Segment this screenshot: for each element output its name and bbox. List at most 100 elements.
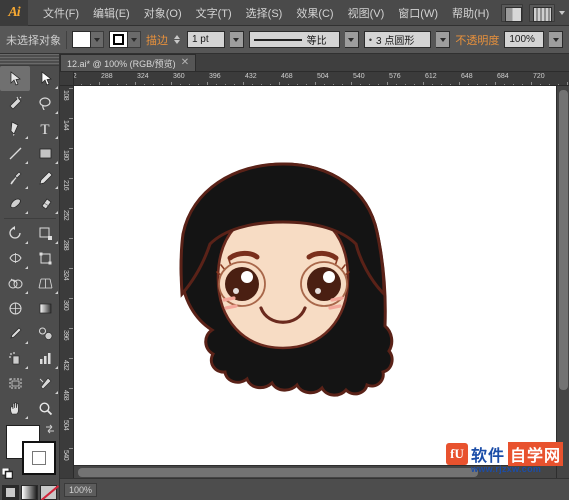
close-icon[interactable]: ✕	[181, 58, 189, 68]
vertical-scrollbar-thumb[interactable]	[559, 90, 568, 390]
menu-window[interactable]: 窗口(W)	[391, 1, 445, 25]
default-fill-stroke-icon[interactable]	[2, 468, 13, 479]
tool-expand-icon	[55, 161, 58, 164]
hand-tool[interactable]	[0, 396, 30, 421]
tool-expand-icon	[55, 211, 58, 214]
ruler-label: 360	[62, 300, 69, 310]
stroke-color-control[interactable]	[22, 441, 56, 475]
blend-tool[interactable]	[30, 321, 60, 346]
fill-color-swatch[interactable]	[72, 31, 91, 48]
tool-expand-icon	[25, 366, 28, 369]
ruler-label: 468	[281, 73, 293, 80]
stroke-profile-dropdown[interactable]	[345, 31, 359, 48]
horizontal-scrollbar-thumb[interactable]	[78, 468, 478, 477]
stroke-weight-dropdown[interactable]	[230, 31, 244, 48]
workspace-switcher-icon[interactable]	[529, 4, 555, 22]
menu-items: 文件(F) 编辑(E) 对象(O) 文字(T) 选择(S) 效果(C) 视图(V…	[36, 1, 496, 25]
eyedropper-tool[interactable]	[0, 321, 30, 346]
stepper-down-icon[interactable]	[174, 40, 180, 44]
stroke-profile-display[interactable]: 等比	[249, 31, 340, 48]
opacity-input[interactable]: 100%	[504, 31, 544, 48]
width-tool[interactable]	[0, 246, 30, 271]
menu-bar: Ai 文件(F) 编辑(E) 对象(O) 文字(T) 选择(S) 效果(C) 视…	[0, 0, 569, 26]
mesh-tool[interactable]	[0, 296, 30, 321]
ruler-label: 324	[137, 73, 149, 80]
brush-definition-input[interactable]: • 3 点圆形	[364, 31, 432, 48]
type-tool[interactable]: T	[30, 116, 60, 141]
column-graph-tool[interactable]	[30, 346, 60, 371]
blob-brush-tool[interactable]	[0, 191, 30, 216]
horizontal-ruler[interactable]: 2522883243603964324685045405766126486847…	[60, 72, 569, 86]
artboard-tool[interactable]	[0, 371, 30, 396]
fill-dropdown-button[interactable]	[91, 31, 104, 48]
ruler-tick	[69, 448, 73, 449]
selection-status-label: 未选择对象	[6, 32, 61, 48]
ruler-label: 216	[62, 180, 69, 190]
gradient-tool[interactable]	[30, 296, 60, 321]
shape-builder-tool[interactable]	[0, 271, 30, 296]
stroke-weight-input[interactable]: 1 pt	[187, 31, 225, 48]
stroke-color-swatch[interactable]	[109, 31, 128, 48]
none-mode-button[interactable]	[40, 485, 57, 500]
chevron-down-icon[interactable]	[559, 11, 565, 15]
rotate-tool[interactable]	[0, 221, 30, 246]
menu-file[interactable]: 文件(F)	[36, 1, 86, 25]
lasso-tool[interactable]	[30, 91, 60, 116]
swap-fill-stroke-icon[interactable]	[44, 423, 56, 435]
menubar-right-controls	[501, 0, 565, 26]
girl-head-artwork[interactable]	[156, 160, 411, 408]
arrange-documents-icon[interactable]	[501, 4, 523, 22]
zoom-tool[interactable]	[30, 396, 60, 421]
menu-edit[interactable]: 编辑(E)	[86, 1, 137, 25]
direct-selection-tool[interactable]	[30, 66, 60, 91]
tools-panel-grip[interactable]	[0, 54, 59, 66]
selection-tool[interactable]	[0, 66, 30, 91]
menu-help[interactable]: 帮助(H)	[445, 1, 496, 25]
ruler-label: 720	[533, 73, 545, 80]
perspective-grid-tool[interactable]	[30, 271, 60, 296]
zoom-level-field[interactable]: 100%	[64, 483, 97, 497]
magic-wand-tool[interactable]	[0, 91, 30, 116]
divider	[66, 31, 67, 49]
menu-object[interactable]: 对象(O)	[137, 1, 189, 25]
tool-expand-icon	[25, 161, 28, 164]
vertical-ruler[interactable]: 108144180216252288324360396432468504540	[60, 86, 74, 478]
paintbrush-tool[interactable]	[0, 166, 30, 191]
stroke-dropdown-button[interactable]	[128, 31, 141, 48]
document-tab[interactable]: 12.ai* @ 100% (RGB/预览) ✕	[60, 54, 196, 71]
scale-tool[interactable]	[30, 221, 60, 246]
artboard-canvas[interactable]	[74, 86, 569, 478]
ruler-tick	[69, 328, 73, 329]
menu-effect[interactable]: 效果(C)	[289, 1, 340, 25]
pencil-tool[interactable]	[30, 166, 60, 191]
gradient-mode-button[interactable]	[21, 485, 38, 500]
line-segment-tool[interactable]	[0, 141, 30, 166]
color-controls	[0, 423, 60, 481]
rectangle-tool[interactable]	[30, 141, 60, 166]
free-transform-tool[interactable]	[30, 246, 60, 271]
tool-expand-icon	[55, 391, 58, 394]
horizontal-scrollbar[interactable]	[74, 465, 556, 478]
menu-type[interactable]: 文字(T)	[189, 1, 239, 25]
symbol-sprayer-tool[interactable]	[0, 346, 30, 371]
vertical-scrollbar[interactable]	[556, 86, 569, 478]
slice-tool[interactable]	[30, 371, 60, 396]
brush-definition-label: 3 点圆形	[376, 32, 414, 47]
stroke-weight-stepper[interactable]	[173, 35, 181, 44]
brush-definition-dropdown[interactable]	[436, 31, 450, 48]
ruler-label: 396	[209, 73, 221, 80]
tool-expand-icon	[55, 291, 58, 294]
opacity-label[interactable]: 不透明度	[455, 32, 499, 48]
ruler-tick	[69, 388, 73, 389]
opacity-dropdown[interactable]	[549, 31, 563, 48]
stroke-swatch-group[interactable]	[109, 31, 141, 48]
color-mode-button[interactable]	[2, 485, 19, 500]
eraser-tool[interactable]	[30, 191, 60, 216]
pen-tool[interactable]	[0, 116, 30, 141]
stepper-up-icon[interactable]	[174, 35, 180, 39]
menu-view[interactable]: 视图(V)	[341, 1, 392, 25]
stroke-label[interactable]: 描边	[146, 32, 168, 48]
ruler-corner[interactable]	[60, 72, 74, 86]
menu-select[interactable]: 选择(S)	[239, 1, 290, 25]
fill-swatch-group[interactable]	[72, 31, 104, 48]
